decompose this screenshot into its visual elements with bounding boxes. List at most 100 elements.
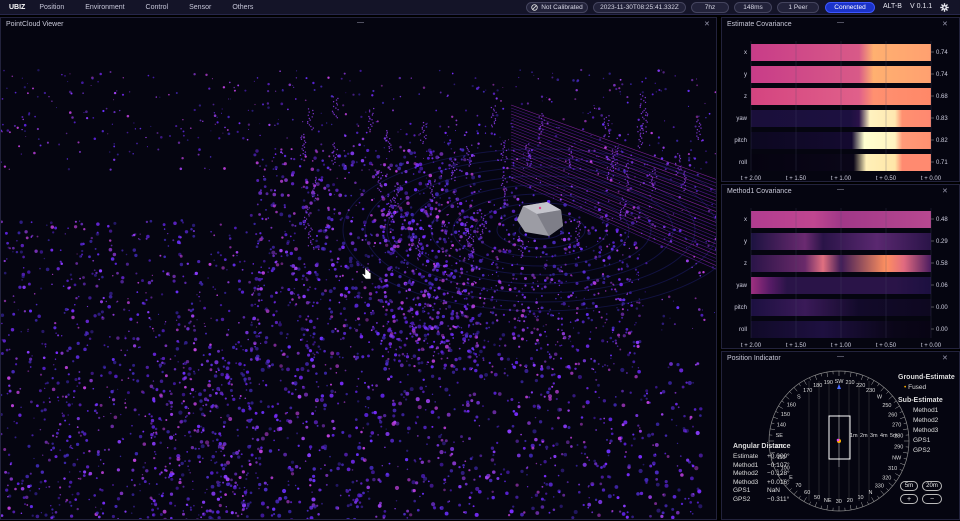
legend-gps1[interactable]: GPS1 [913, 437, 930, 444]
compass-label: 170 [803, 388, 812, 394]
compass-label: 250 [882, 403, 891, 409]
timestamp-pill: 2023-11-30T08:25:41.332Z [593, 2, 686, 13]
row-label: pitch [734, 305, 747, 311]
connection-status[interactable]: Connected [825, 2, 875, 13]
angular-name: Method3 [733, 479, 758, 486]
row-label: yaw [736, 283, 747, 289]
x-tick: t + 1.50 [786, 176, 807, 182]
vehicle-model [517, 202, 563, 236]
close-icon[interactable]: ✕ [942, 20, 948, 28]
compass-label: 220 [856, 383, 865, 389]
angular-value: +0.016° [767, 479, 790, 486]
row-value: 0.58 [936, 261, 948, 267]
menu-others[interactable]: Others [232, 4, 253, 11]
compass-label: 320 [882, 475, 891, 481]
minimize-icon[interactable]: — [837, 19, 844, 26]
row-value: 0.29 [936, 239, 948, 245]
angular-name: Method2 [733, 470, 758, 477]
row-value: 0.00 [936, 327, 948, 333]
app-version: V 0.1.1 [910, 3, 932, 10]
compass-label: 140 [777, 422, 786, 428]
row-value: 0.00 [936, 305, 948, 311]
x-tick: t + 0.50 [876, 343, 897, 349]
position-indicator-panel: Position Indicator — ✕ SW210220230W25026… [721, 351, 960, 520]
row-value: 0.48 [936, 217, 948, 223]
rate-pill: 7hz [691, 2, 729, 13]
not-calibrated-icon [531, 4, 538, 11]
compass-label: 330 [875, 483, 884, 489]
angular-distance-title: Angular Distance [733, 443, 791, 450]
angular-value: −0.107° [767, 462, 790, 469]
legend-fused-label: Fused [908, 384, 926, 391]
angular-name: GPS2 [733, 496, 750, 503]
row-label: roll [739, 327, 747, 333]
angular-value: NaN [767, 487, 780, 494]
legend-method1[interactable]: Method1 [913, 407, 938, 414]
menu-sensor[interactable]: Sensor [189, 4, 211, 11]
gear-icon[interactable] [940, 3, 949, 12]
legend-gps2[interactable]: GPS2 [913, 447, 930, 454]
row-label: z [744, 261, 747, 267]
zoom-out-button[interactable]: − [922, 494, 942, 504]
row-label: pitch [734, 138, 747, 144]
legend-method3[interactable]: Method3 [913, 427, 938, 434]
compass-label: 190 [824, 380, 833, 386]
zoom-in-button[interactable]: + [900, 494, 918, 504]
compass-label: NE [824, 498, 832, 504]
minimize-icon[interactable]: — [837, 186, 844, 193]
peers-pill: 1 Peer [777, 2, 819, 13]
menu-position[interactable]: Position [39, 4, 64, 11]
angular-value: −0.311° [767, 496, 789, 503]
compass-label: 160 [787, 403, 796, 409]
x-tick: t + 1.50 [786, 343, 807, 349]
compass-label: 310 [888, 466, 897, 472]
row-value: 0.82 [936, 138, 948, 144]
method-marker [837, 439, 840, 442]
compass-label: S [797, 394, 801, 400]
compass-label: 70 [795, 483, 801, 489]
close-icon[interactable]: ✕ [704, 20, 710, 28]
scale-label: 3m [870, 433, 878, 439]
compass-label: 60 [804, 490, 810, 496]
row-label: roll [739, 160, 747, 166]
zoom-5m-button[interactable]: 5m [900, 481, 918, 491]
app-brand: UBIZ [9, 4, 25, 11]
compass-label: 30 [836, 499, 842, 505]
compass-label: SW [835, 379, 845, 385]
x-tick: t + 2.00 [741, 343, 762, 349]
x-tick: t + 1.00 [831, 343, 852, 349]
estimate-covariance-panel: Estimate Covariance — ✕ x0.74y0.74z0.68y… [721, 17, 960, 182]
compass-label: 260 [888, 412, 897, 418]
row-label: yaw [736, 116, 747, 122]
peers-text: 1 Peer [788, 4, 807, 11]
menu-control[interactable]: Control [146, 4, 169, 11]
row-value: 0.74 [936, 50, 948, 56]
row-value: 0.06 [936, 283, 948, 289]
menu-environment[interactable]: Environment [85, 4, 124, 11]
latency-pill: 148ms [734, 2, 772, 13]
legend-method2[interactable]: Method2 [913, 417, 938, 424]
compass-label: W [877, 395, 883, 401]
scale-label: 5m [890, 433, 898, 439]
pointcloud-panel: PointCloud Viewer — ✕ [0, 17, 717, 520]
compass-label: 290 [894, 445, 903, 451]
device-name: ALT-B [883, 3, 902, 10]
row-label: y [744, 239, 747, 245]
close-icon[interactable]: ✕ [942, 187, 948, 195]
scale-label: 1m [850, 433, 858, 439]
compass-label: 10 [857, 495, 863, 501]
scale-label: 4m [880, 433, 888, 439]
calibration-status[interactable]: Not Calibrated [526, 2, 588, 13]
cursor-hand-icon [362, 267, 371, 279]
angular-name: Method1 [733, 462, 758, 469]
row-value: 0.83 [936, 116, 948, 122]
compass-label: NW [892, 456, 902, 462]
minimize-icon[interactable]: — [357, 19, 364, 26]
angular-name: Estimate [733, 453, 758, 460]
row-label: y [744, 72, 747, 78]
pointcloud-canvas[interactable] [1, 30, 717, 520]
row-value: 0.71 [936, 160, 948, 166]
compass-label: 150 [781, 412, 790, 418]
legend-fused[interactable]: • Fused [904, 384, 926, 391]
zoom-20m-button[interactable]: 20m [922, 481, 942, 491]
